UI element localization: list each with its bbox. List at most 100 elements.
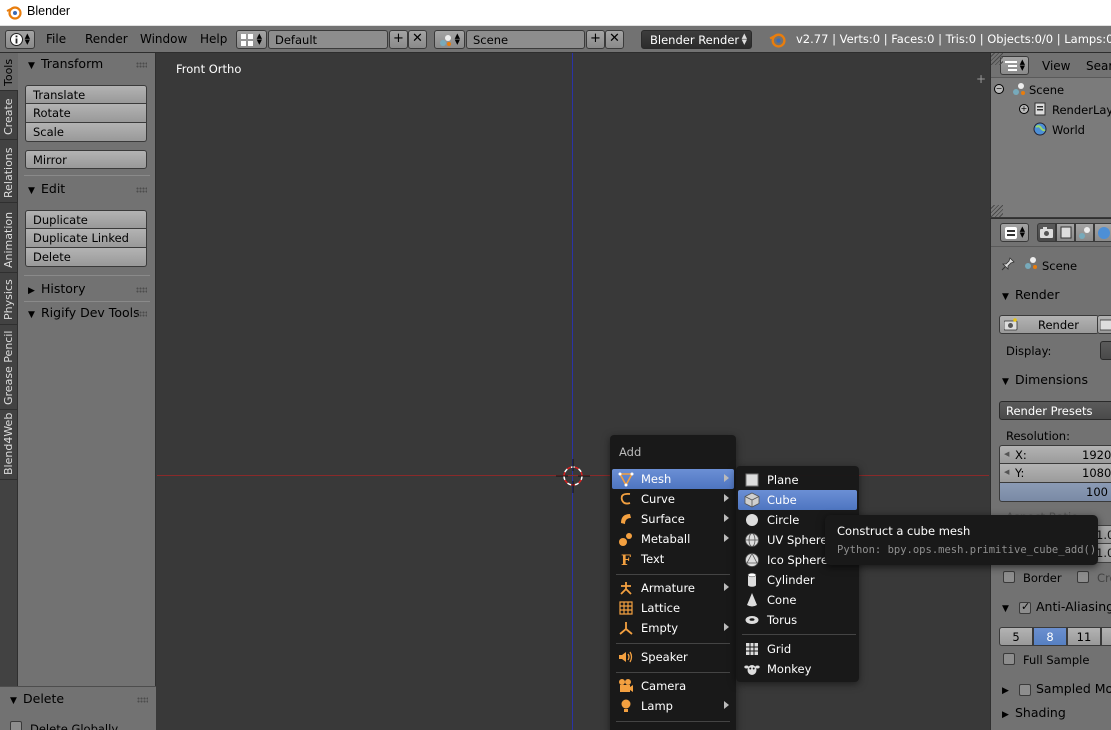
resolution-x-value: 1920 bbox=[1082, 448, 1111, 462]
delete-globally-checkbox[interactable] bbox=[10, 721, 22, 730]
display-dropdown[interactable] bbox=[1100, 341, 1111, 360]
tab-grease-pencil[interactable]: Grease Pencil bbox=[0, 325, 18, 410]
properties-editor-type-button[interactable]: ▲ ▼ bbox=[1000, 223, 1029, 242]
outliner-row-scene[interactable]: − Scene bbox=[991, 80, 1111, 100]
panel-header-edit[interactable]: ▼ Edit bbox=[28, 181, 65, 196]
panel-header-transform[interactable]: ▼ Transform bbox=[28, 56, 103, 71]
add-menu-item-armature[interactable]: Armature bbox=[612, 578, 734, 598]
panel-header-dimensions[interactable]: ▼ Dimensions bbox=[1002, 372, 1088, 387]
mesh-item-cone[interactable]: Cone bbox=[738, 590, 857, 610]
tab-blend4web[interactable]: Blend4Web bbox=[0, 410, 18, 480]
resolution-percentage-slider[interactable]: 100 bbox=[999, 483, 1111, 502]
tab-physics[interactable]: Physics bbox=[0, 273, 18, 325]
panel-header-rigify[interactable]: ▼ Rigify Dev Tools bbox=[28, 305, 140, 320]
panel-header-history[interactable]: ▶ History bbox=[28, 281, 85, 296]
motion-blur-checkbox[interactable] bbox=[1018, 683, 1031, 696]
decrement-arrow-icon[interactable]: ◀ bbox=[1004, 450, 1009, 458]
outliner-editor-type-button[interactable]: ▲ ▼ bbox=[1000, 56, 1029, 75]
render-layers-context-button[interactable] bbox=[1056, 223, 1075, 242]
expand-icon[interactable]: + bbox=[1019, 104, 1029, 114]
scene-context-button[interactable] bbox=[1075, 223, 1094, 242]
menu-window[interactable]: Window bbox=[140, 32, 187, 46]
add-menu-item-camera[interactable]: Camera bbox=[612, 676, 734, 696]
mesh-item-plane[interactable]: Plane bbox=[738, 470, 857, 490]
outliner-row-world[interactable]: World bbox=[991, 120, 1111, 140]
add-scene-button[interactable]: + bbox=[586, 30, 605, 49]
mesh-item-cube[interactable]: Cube bbox=[738, 490, 857, 510]
mesh-item-monkey[interactable]: Monkey bbox=[738, 659, 857, 679]
drag-grip-icon[interactable] bbox=[136, 287, 147, 293]
tab-tools[interactable]: Tools bbox=[0, 53, 18, 91]
menu-item-label: Circle bbox=[767, 513, 800, 527]
aa-sample-option[interactable]: 16 bbox=[1101, 627, 1111, 646]
render-presets-dropdown[interactable]: Render Presets bbox=[999, 401, 1111, 420]
outliner-menu-view[interactable]: View bbox=[1042, 59, 1070, 73]
resolution-x-field[interactable]: ◀ X: 1920 bbox=[999, 445, 1111, 464]
menu-help[interactable]: Help bbox=[200, 32, 227, 46]
drag-grip-icon[interactable] bbox=[137, 697, 148, 703]
collapse-icon[interactable]: − bbox=[994, 84, 1004, 94]
delete-scene-button[interactable]: ✕ bbox=[605, 30, 624, 49]
pin-icon[interactable] bbox=[1001, 257, 1015, 271]
add-menu-item-lattice[interactable]: Lattice bbox=[612, 598, 734, 618]
menu-render[interactable]: Render bbox=[85, 32, 128, 46]
panel-header-sampled-motion-blur[interactable]: ▶ Sampled Motion Blur bbox=[1002, 681, 1111, 696]
screen-layout-browse-button[interactable]: ▲ ▼ bbox=[236, 30, 267, 49]
render-button[interactable]: Render bbox=[999, 315, 1099, 334]
3d-viewport[interactable]: Front Ortho + bbox=[157, 53, 989, 730]
panel-header-render[interactable]: ▼ Render bbox=[1002, 287, 1060, 302]
tab-create[interactable]: Create bbox=[0, 91, 18, 140]
crop-checkbox[interactable] bbox=[1077, 571, 1089, 583]
aa-sample-option[interactable]: 5 bbox=[999, 627, 1033, 646]
full-sample-checkbox[interactable] bbox=[1003, 653, 1015, 665]
panel-header-anti-aliasing[interactable]: ▼ Anti-Aliasing bbox=[1002, 599, 1111, 614]
translate-button[interactable]: Translate bbox=[25, 85, 147, 104]
scale-button[interactable]: Scale bbox=[25, 123, 147, 142]
drag-grip-icon[interactable] bbox=[136, 311, 147, 317]
scene-field[interactable]: Scene bbox=[466, 30, 585, 49]
add-menu-item-surface[interactable]: Surface bbox=[612, 509, 734, 529]
render-animation-button[interactable] bbox=[1097, 315, 1111, 334]
duplicate-linked-button[interactable]: Duplicate Linked bbox=[25, 229, 147, 248]
editor-type-button[interactable]: ▲ ▼ bbox=[5, 30, 35, 49]
menu-file[interactable]: File bbox=[46, 32, 66, 46]
panel-header-delete[interactable]: ▼ Delete bbox=[10, 691, 64, 706]
delete-screen-button[interactable]: ✕ bbox=[408, 30, 427, 49]
drag-grip-icon[interactable] bbox=[136, 187, 147, 193]
add-menu-item-metaball[interactable]: Metaball bbox=[612, 529, 734, 549]
region-expand-icon[interactable]: + bbox=[975, 73, 987, 85]
add-menu-item-speaker[interactable]: Speaker bbox=[612, 647, 734, 667]
add-menu-item-mesh[interactable]: Mesh bbox=[612, 469, 734, 489]
rotate-button[interactable]: Rotate bbox=[25, 104, 147, 123]
tab-animation[interactable]: Animation bbox=[0, 203, 18, 273]
decrement-arrow-icon[interactable]: ◀ bbox=[1004, 468, 1009, 476]
add-menu-item-lamp[interactable]: Lamp bbox=[612, 696, 734, 716]
outliner-menu-search[interactable]: Search bbox=[1086, 59, 1111, 73]
panel-header-shading[interactable]: ▶ Shading bbox=[1002, 705, 1066, 720]
border-checkbox[interactable] bbox=[1003, 571, 1015, 583]
delete-button[interactable]: Delete bbox=[25, 248, 147, 267]
world-context-button[interactable] bbox=[1094, 223, 1111, 242]
add-menu-item-empty[interactable]: Empty bbox=[612, 618, 734, 638]
mesh-item-cylinder[interactable]: Cylinder bbox=[738, 570, 857, 590]
screen-layout-field[interactable]: Default bbox=[268, 30, 388, 49]
outliner-row-renderlayers[interactable]: + RenderLayers bbox=[991, 100, 1111, 120]
aa-sample-option[interactable]: 8 bbox=[1033, 627, 1067, 646]
area-corner-icon[interactable] bbox=[991, 205, 1003, 217]
render-engine-dropdown[interactable]: Blender Render ▲ ▼ bbox=[641, 30, 752, 49]
duplicate-button[interactable]: Duplicate bbox=[25, 210, 147, 229]
scene-browse-button[interactable]: ▲ ▼ bbox=[434, 30, 465, 49]
add-menu-item-curve[interactable]: Curve bbox=[612, 489, 734, 509]
anti-aliasing-checkbox[interactable] bbox=[1018, 600, 1031, 614]
aa-sample-option[interactable]: 11 bbox=[1067, 627, 1101, 646]
resolution-y-field[interactable]: ◀ Y: 1080 bbox=[999, 464, 1111, 483]
area-corner-icon[interactable] bbox=[991, 53, 1003, 65]
render-context-button[interactable] bbox=[1037, 223, 1056, 242]
mirror-button[interactable]: Mirror bbox=[25, 150, 147, 169]
drag-grip-icon[interactable] bbox=[136, 62, 147, 68]
mesh-item-torus[interactable]: Torus bbox=[738, 610, 857, 630]
tab-relations[interactable]: Relations bbox=[0, 140, 18, 203]
add-screen-button[interactable]: + bbox=[389, 30, 408, 49]
mesh-item-grid[interactable]: Grid bbox=[738, 639, 857, 659]
add-menu-item-text[interactable]: F Text bbox=[612, 549, 734, 569]
